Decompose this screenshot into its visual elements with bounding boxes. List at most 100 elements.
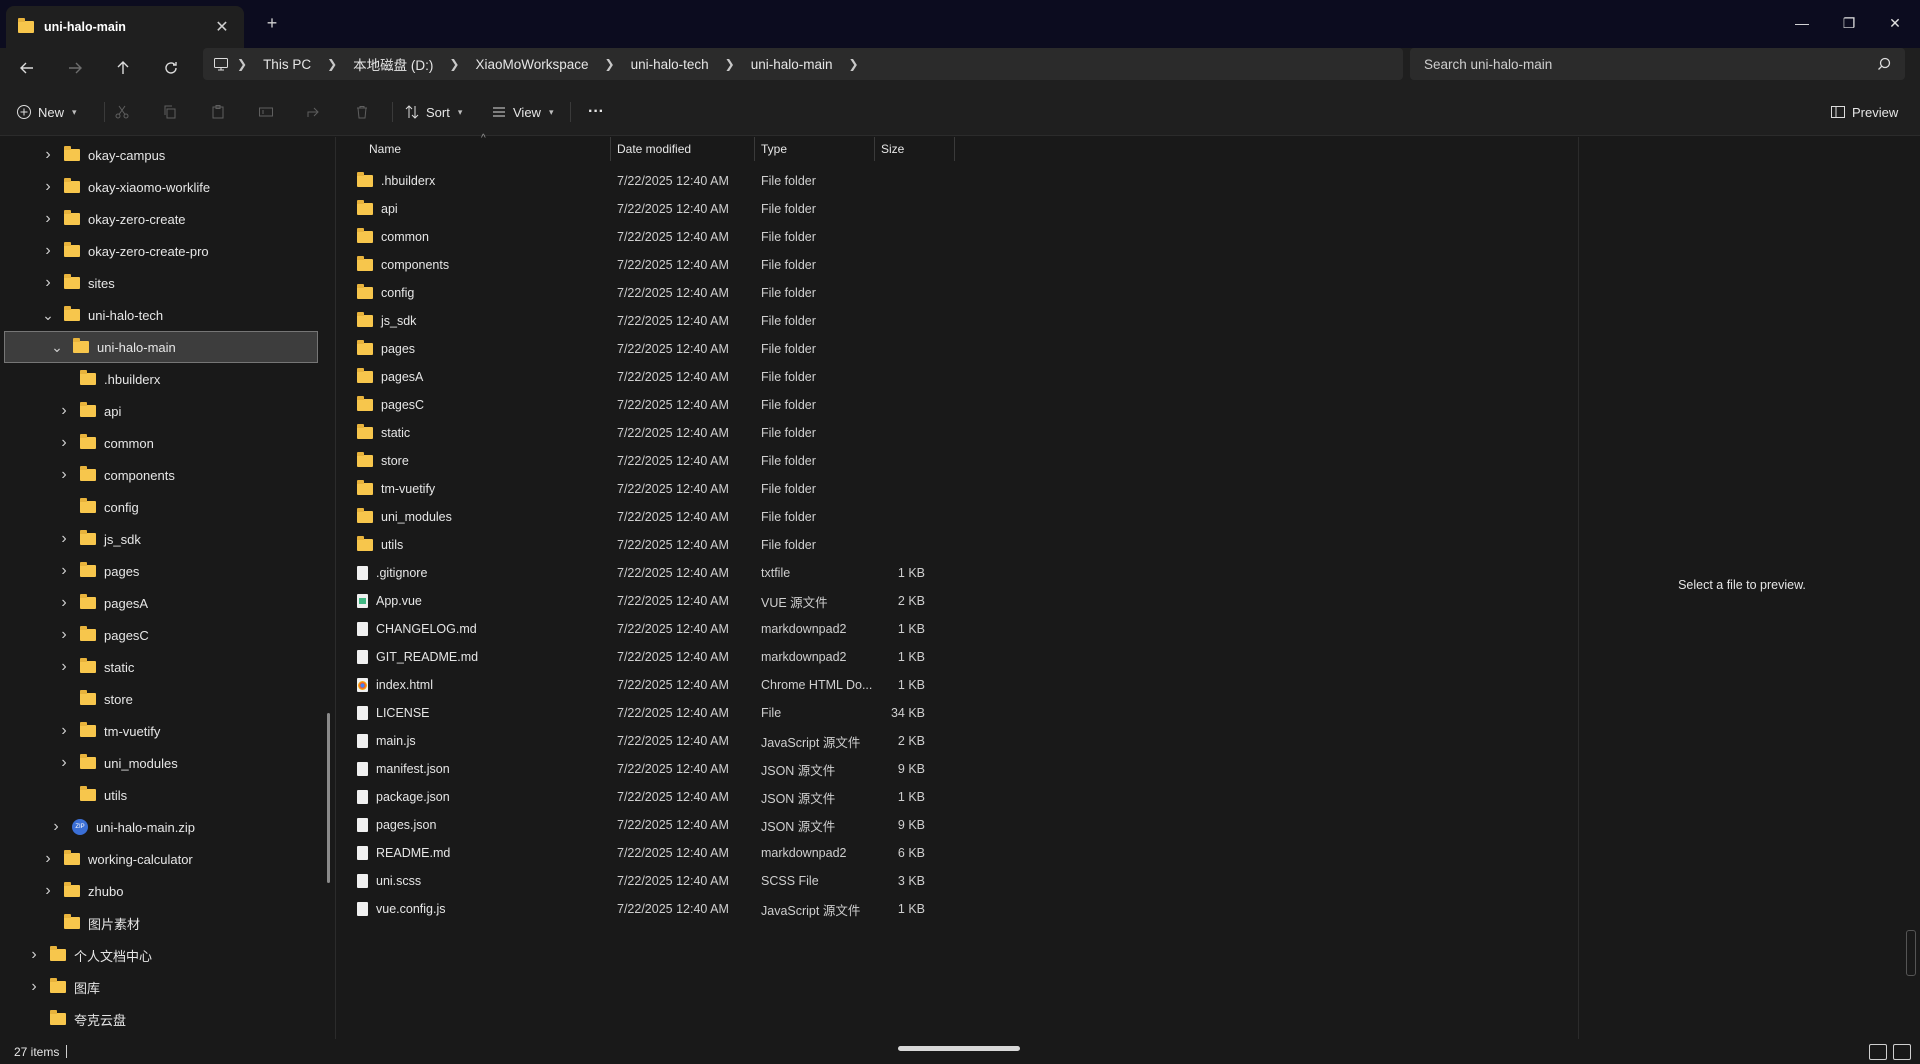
new-button[interactable]: New ▾ <box>16 96 77 128</box>
file-row[interactable]: LICENSE 7/22/2025 12:40 AM File 34 KB <box>337 699 957 727</box>
tree-item[interactable]: › sites <box>0 267 335 299</box>
more-options-button[interactable]: ··· <box>582 96 610 128</box>
chevron-right-icon[interactable]: › <box>56 402 72 420</box>
file-row[interactable]: README.md 7/22/2025 12:40 AM markdownpad2 6… <box>337 839 957 867</box>
minimize-button[interactable]: — <box>1782 10 1822 36</box>
breadcrumb-this-pc[interactable]: This PC <box>255 57 319 72</box>
cut-button[interactable] <box>106 96 138 128</box>
paste-button[interactable] <box>202 96 234 128</box>
file-row[interactable]: config 7/22/2025 12:40 AM File folder <box>337 279 957 307</box>
chevron-right-icon[interactable]: › <box>56 530 72 548</box>
tree-item[interactable]: config <box>0 491 335 523</box>
chevron-right-icon[interactable]: › <box>40 242 56 260</box>
tree-item[interactable]: › pagesA <box>0 587 335 619</box>
scroll-handle[interactable] <box>898 1046 1020 1051</box>
chevron-right-icon[interactable]: › <box>56 434 72 452</box>
delete-button[interactable] <box>346 96 378 128</box>
forward-button[interactable] <box>59 54 91 82</box>
tree-item[interactable]: › okay-campus <box>0 139 335 171</box>
address-bar[interactable]: ❯ This PC ❯ 本地磁盘 (D:) ❯ XiaoMoWorkspace … <box>203 48 1403 80</box>
chevron-right-icon[interactable]: › <box>48 818 64 836</box>
chevron-right-icon[interactable]: › <box>56 594 72 612</box>
chevron-right-icon[interactable]: › <box>56 658 72 676</box>
file-row[interactable]: CHANGELOG.md 7/22/2025 12:40 AM markdownpa… <box>337 615 957 643</box>
file-row[interactable]: pagesC 7/22/2025 12:40 AM File folder <box>337 391 957 419</box>
file-row[interactable]: common 7/22/2025 12:40 AM File folder <box>337 223 957 251</box>
chevron-right-icon[interactable]: › <box>56 754 72 772</box>
tree-item[interactable]: ⌄ uni-halo-tech <box>0 299 335 331</box>
window-close-button[interactable]: ✕ <box>1875 10 1915 36</box>
file-row[interactable]: GIT_README.md 7/22/2025 12:40 AM markdownp… <box>337 643 957 671</box>
new-tab-button[interactable]: + <box>262 14 282 34</box>
chevron-right-icon[interactable]: › <box>40 146 56 164</box>
file-row[interactable]: uni.scss 7/22/2025 12:40 AM SCSS File 3 KB <box>337 867 957 895</box>
chevron-right-icon[interactable]: › <box>40 178 56 196</box>
tree-item[interactable]: › common <box>0 427 335 459</box>
column-header-size[interactable]: Size <box>875 137 955 161</box>
file-row[interactable]: pages.json 7/22/2025 12:40 AM JSON 源文件 9 KB <box>337 811 957 839</box>
maximize-button[interactable]: ❐ <box>1829 10 1869 36</box>
view-button[interactable]: View ▾ <box>491 96 553 128</box>
tree-item[interactable]: › pages <box>0 555 335 587</box>
breadcrumb-uni-halo-tech[interactable]: uni-halo-tech <box>623 57 717 72</box>
sort-button[interactable]: Sort ▾ <box>404 96 462 128</box>
file-row[interactable]: store 7/22/2025 12:40 AM File folder <box>337 447 957 475</box>
column-header-name[interactable]: Name <box>363 137 611 161</box>
chevron-right-icon[interactable]: › <box>56 626 72 644</box>
tree-item[interactable]: › ZIP uni-halo-main.zip <box>0 811 335 843</box>
tree-item[interactable]: › tm-vuetify <box>0 715 335 747</box>
chevron-down-icon[interactable]: ⌄ <box>40 307 56 324</box>
tab-uni-halo-main[interactable]: uni-halo-main ✕ <box>6 6 244 48</box>
file-row[interactable]: utils 7/22/2025 12:40 AM File folder <box>337 531 957 559</box>
chevron-right-icon[interactable]: › <box>40 274 56 292</box>
tiles-view-toggle[interactable] <box>1893 1044 1911 1060</box>
close-tab-icon[interactable]: ✕ <box>212 17 232 37</box>
tree-item[interactable]: › api <box>0 395 335 427</box>
file-row[interactable]: pagesA 7/22/2025 12:40 AM File folder <box>337 363 957 391</box>
search-input[interactable] <box>1424 56 1877 72</box>
column-header-date[interactable]: Date modified <box>611 137 755 161</box>
tree-item[interactable]: › uni_modules <box>0 747 335 779</box>
file-row[interactable]: .hbuilderx 7/22/2025 12:40 AM File folder <box>337 167 957 195</box>
tree-item[interactable]: store <box>0 683 335 715</box>
refresh-button[interactable] <box>155 54 187 82</box>
file-row[interactable]: manifest.json 7/22/2025 12:40 AM JSON 源文件 9… <box>337 755 957 783</box>
tree-item[interactable]: › zhubo <box>0 875 335 907</box>
column-header-type[interactable]: Type <box>755 137 875 161</box>
tree-item[interactable]: › js_sdk <box>0 523 335 555</box>
tree-item[interactable]: › 个人文档中心 <box>0 939 335 971</box>
chevron-right-icon[interactable]: › <box>56 562 72 580</box>
tree-item[interactable]: › working-calculator <box>0 843 335 875</box>
tree-item[interactable]: › components <box>0 459 335 491</box>
tree-item[interactable]: › okay-xiaomo-worklife <box>0 171 335 203</box>
tree-item[interactable]: › 图库 <box>0 971 335 1003</box>
chevron-right-icon[interactable]: ❯ <box>597 57 623 71</box>
file-row[interactable]: .gitignore 7/22/2025 12:40 AM txtfile 1 KB <box>337 559 957 587</box>
chevron-right-icon[interactable]: › <box>26 978 42 996</box>
details-view-toggle[interactable] <box>1869 1044 1887 1060</box>
tree-item[interactable]: › static <box>0 651 335 683</box>
search-box[interactable] <box>1410 48 1905 80</box>
chevron-right-icon[interactable]: ❯ <box>319 57 345 71</box>
breadcrumb-uni-halo-main[interactable]: uni-halo-main <box>743 57 841 72</box>
breadcrumb-drive-d[interactable]: 本地磁盘 (D:) <box>345 54 441 74</box>
rename-button[interactable] <box>250 96 282 128</box>
tree-item[interactable]: › okay-zero-create <box>0 203 335 235</box>
file-row[interactable]: api 7/22/2025 12:40 AM File folder <box>337 195 957 223</box>
chevron-right-icon[interactable]: › <box>56 722 72 740</box>
file-row[interactable]: package.json 7/22/2025 12:40 AM JSON 源文件 1 … <box>337 783 957 811</box>
file-row[interactable]: components 7/22/2025 12:40 AM File folder <box>337 251 957 279</box>
file-row[interactable]: tm-vuetify 7/22/2025 12:40 AM File folder <box>337 475 957 503</box>
tree-item[interactable]: › okay-zero-create-pro <box>0 235 335 267</box>
chevron-right-icon[interactable]: › <box>56 466 72 484</box>
copy-button[interactable] <box>154 96 186 128</box>
file-row[interactable]: main.js 7/22/2025 12:40 AM JavaScript 源文件 2… <box>337 727 957 755</box>
tree-item[interactable]: utils <box>0 779 335 811</box>
back-button[interactable] <box>11 54 43 82</box>
tree-item[interactable]: 图片素材 <box>0 907 335 939</box>
file-row[interactable]: static 7/22/2025 12:40 AM File folder <box>337 419 957 447</box>
breadcrumb-xiaomoworkspace[interactable]: XiaoMoWorkspace <box>467 57 596 72</box>
chevron-right-icon[interactable]: › <box>40 882 56 900</box>
chevron-right-icon[interactable]: ❯ <box>840 57 866 71</box>
up-button[interactable] <box>107 54 139 82</box>
